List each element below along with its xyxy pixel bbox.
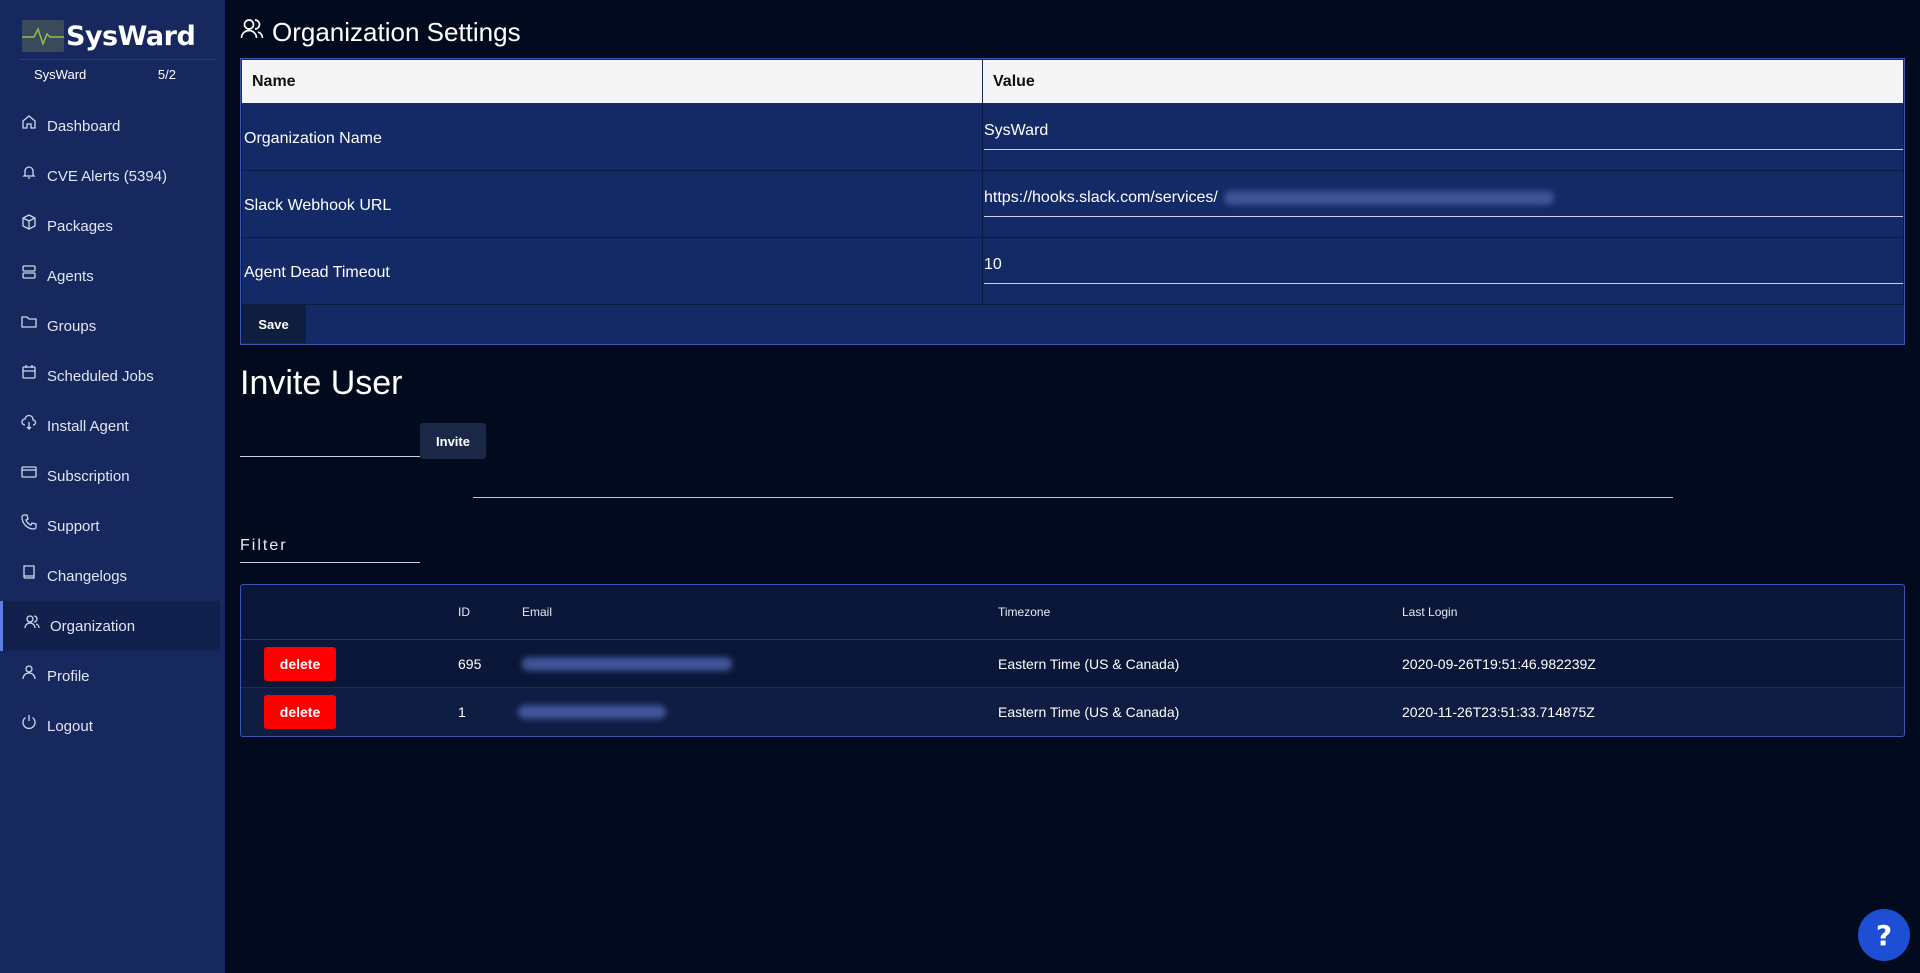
sidebar-item-label: Profile: [47, 667, 90, 685]
sidebar: SysWard SysWard 5/2 Dashboard CVE Alerts…: [0, 0, 225, 973]
help-button[interactable]: ?: [1858, 909, 1910, 961]
sidebar-item-label: Logout: [47, 717, 93, 735]
phone-icon: [20, 513, 38, 531]
package-icon: [20, 213, 38, 231]
user-timezone: Eastern Time (US & Canada): [998, 656, 1180, 672]
sidebar-item-groups[interactable]: Groups: [0, 301, 220, 351]
server-icon: [20, 263, 38, 281]
sidebar-item-dashboard[interactable]: Dashboard: [0, 101, 220, 151]
folder-icon: [20, 313, 38, 331]
sidebar-item-label: Support: [47, 517, 100, 535]
settings-row-slack-webhook: Slack Webhook URL https://hooks.slack.co…: [241, 170, 1904, 238]
users-icon: [23, 613, 41, 631]
sidebar-item-organization[interactable]: Organization: [0, 601, 220, 651]
org-name-field[interactable]: SysWard: [984, 122, 1903, 150]
column-header-value: Value: [982, 59, 1904, 104]
book-icon: [20, 563, 38, 581]
main-content: Organization Settings Name Value Organiz…: [225, 0, 1920, 973]
sidebar-item-install-agent[interactable]: Install Agent: [0, 401, 220, 451]
sidebar-item-label: Subscription: [47, 467, 130, 485]
page-title: Organization Settings: [240, 17, 521, 48]
setting-value-cell: 10: [982, 237, 1904, 305]
settings-table: Name Value Organization Name SysWard Sla…: [240, 58, 1905, 345]
users-header-row: ID Email Timezone Last Login: [241, 585, 1904, 640]
setting-value-cell: SysWard: [982, 103, 1904, 171]
delete-user-button[interactable]: delete: [264, 695, 336, 729]
redacted-email: [518, 705, 666, 719]
home-icon: [20, 113, 38, 131]
column-header-email: Email: [522, 605, 553, 619]
sidebar-item-logout[interactable]: Logout: [0, 701, 220, 751]
sidebar-item-label: Changelogs: [47, 567, 128, 585]
setting-label: Organization Name: [241, 103, 983, 171]
sidebar-nav: Dashboard CVE Alerts (5394) Packages Age…: [0, 101, 220, 751]
bell-icon: [20, 163, 38, 181]
credit-card-icon: [20, 463, 38, 481]
invite-user-heading: Invite User: [240, 364, 403, 402]
users-icon: [240, 17, 264, 48]
settings-header-row: Name Value: [241, 59, 1904, 104]
column-header-name: Name: [241, 59, 983, 104]
redacted-email: [522, 657, 732, 671]
agent-timeout-field[interactable]: 10: [984, 256, 1903, 284]
sidebar-item-packages[interactable]: Packages: [0, 201, 220, 251]
user-icon: [20, 663, 38, 681]
sidebar-item-subscription[interactable]: Subscription: [0, 451, 220, 501]
app-version: 5/2: [157, 67, 176, 82]
settings-row-org-name: Organization Name SysWard: [241, 103, 1904, 171]
invite-button[interactable]: Invite: [420, 423, 486, 459]
logo-divider: [20, 59, 215, 60]
brand-name: SysWard: [66, 20, 196, 52]
sidebar-item-label: Organization: [50, 617, 136, 635]
sidebar-item-scheduled-jobs[interactable]: Scheduled Jobs: [0, 351, 220, 401]
org-name: SysWard: [34, 67, 87, 82]
sidebar-item-changelogs[interactable]: Changelogs: [0, 551, 220, 601]
sidebar-item-support[interactable]: Support: [0, 501, 220, 551]
users-table: ID Email Timezone Last Login delete 695 …: [240, 584, 1905, 737]
sidebar-item-agents[interactable]: Agents: [0, 251, 220, 301]
redacted-token: [1223, 190, 1554, 205]
setting-label: Agent Dead Timeout: [241, 237, 983, 305]
user-id: 695: [458, 656, 482, 672]
sidebar-item-label: CVE Alerts (5394): [47, 167, 168, 185]
cloud-download-icon: [20, 413, 38, 431]
setting-label: Slack Webhook URL: [241, 170, 983, 238]
calendar-icon: [20, 363, 38, 381]
table-row: delete 695 Eastern Time (US & Canada) 20…: [241, 640, 1904, 688]
logo[interactable]: SysWard: [22, 16, 196, 56]
org-info: SysWard 5/2: [34, 67, 176, 82]
user-timezone: Eastern Time (US & Canada): [998, 704, 1180, 720]
agent-timeout-value: 10: [984, 256, 1002, 273]
save-row: Save: [241, 305, 1904, 344]
sidebar-item-label: Dashboard: [47, 117, 121, 135]
column-header-timezone: Timezone: [998, 605, 1051, 619]
invite-email-input[interactable]: [240, 426, 420, 457]
heartbeat-logo-icon: [22, 20, 64, 52]
sidebar-item-label: Packages: [47, 217, 113, 235]
sidebar-item-label: Scheduled Jobs: [47, 367, 154, 385]
column-header-last-login: Last Login: [1402, 605, 1458, 619]
delete-user-button[interactable]: delete: [264, 647, 336, 681]
org-name-value: SysWard: [984, 122, 1049, 139]
sidebar-item-label: Groups: [47, 317, 97, 335]
sidebar-item-label: Install Agent: [47, 417, 129, 435]
sidebar-item-label: Agents: [47, 267, 94, 285]
sidebar-item-cve-alerts[interactable]: CVE Alerts (5394): [0, 151, 220, 201]
column-header-id: ID: [458, 605, 470, 619]
settings-row-agent-timeout: Agent Dead Timeout 10: [241, 237, 1904, 305]
save-button[interactable]: Save: [241, 305, 306, 343]
power-icon: [20, 713, 38, 731]
sidebar-item-profile[interactable]: Profile: [0, 651, 220, 701]
user-id: 1: [458, 704, 466, 720]
table-row: delete 1 Eastern Time (US & Canada) 2020…: [241, 688, 1904, 736]
section-divider: [473, 497, 1673, 498]
slack-webhook-field[interactable]: https://hooks.slack.com/services/: [984, 189, 1903, 217]
user-last-login: 2020-11-26T23:51:33.714875Z: [1402, 704, 1595, 720]
slack-webhook-value: https://hooks.slack.com/services/: [984, 189, 1218, 206]
user-last-login: 2020-09-26T19:51:46.982239Z: [1402, 656, 1596, 672]
page-title-text: Organization Settings: [272, 17, 521, 47]
filter-input[interactable]: Filter: [240, 537, 420, 563]
setting-value-cell: https://hooks.slack.com/services/: [982, 170, 1904, 238]
